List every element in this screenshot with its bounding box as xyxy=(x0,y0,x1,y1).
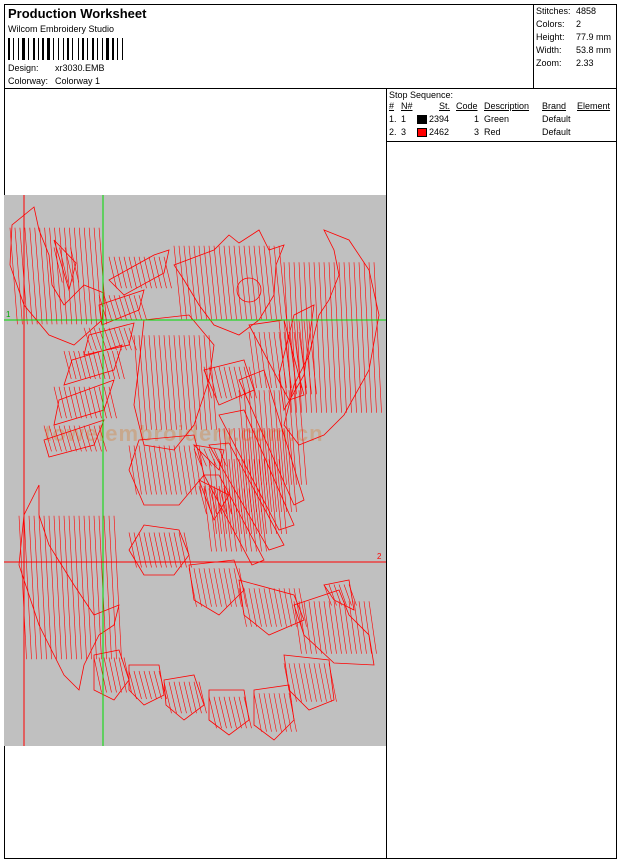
stat-label: Height: xyxy=(536,32,565,42)
stitch-count: 2462 xyxy=(429,127,450,137)
barcode xyxy=(8,38,123,60)
stat-value: 53.8 mm xyxy=(576,45,612,55)
column-header: Element xyxy=(577,101,611,111)
stop-sequence-divider xyxy=(387,141,616,142)
color-swatch xyxy=(417,115,427,124)
brand: Default xyxy=(542,114,571,124)
row-number: 2. xyxy=(389,127,397,137)
design-label: Design: xyxy=(8,63,39,73)
needle-number: 3 xyxy=(401,127,407,137)
brand: Default xyxy=(542,127,571,137)
design-preview: towelembroidery.com.cn 1 2 xyxy=(4,195,386,746)
row-number: 1. xyxy=(389,114,397,124)
panel-divider xyxy=(386,89,387,858)
column-header: St. xyxy=(439,101,451,111)
stat-label: Stitches: xyxy=(536,6,571,16)
header-divider xyxy=(5,88,616,89)
stat-label: Width: xyxy=(536,45,562,55)
column-header: # xyxy=(389,101,395,111)
design-value: xr3030.EMB xyxy=(55,63,105,73)
stat-label: Colors: xyxy=(536,19,565,29)
software-name: Wilcom Embroidery Studio xyxy=(8,24,115,34)
colorway-value: Colorway 1 xyxy=(55,76,101,86)
colorway-label: Colorway: xyxy=(8,76,49,86)
color-swatch xyxy=(417,128,427,137)
stat-value: 4858 xyxy=(576,6,597,16)
stat-label: Zoom: xyxy=(536,58,562,68)
stitch-count: 2394 xyxy=(429,114,450,124)
stat-value: 2 xyxy=(576,19,582,29)
stat-value: 77.9 mm xyxy=(576,32,612,42)
column-header: N# xyxy=(401,101,413,111)
stop-sequence-title: Stop Sequence: xyxy=(389,90,454,100)
color-code: 1 xyxy=(474,114,480,124)
guide-marker-2: 2 xyxy=(377,552,382,561)
color-description: Red xyxy=(484,127,501,137)
needle-number: 1 xyxy=(401,114,407,124)
color-description: Green xyxy=(484,114,510,124)
color-code: 3 xyxy=(474,127,480,137)
guide-marker-1: 1 xyxy=(6,310,11,319)
arm-segment xyxy=(83,322,135,356)
embroidery-artwork: 1 2 xyxy=(4,195,386,746)
column-header: Brand xyxy=(542,101,567,111)
worksheet-title: Production Worksheet xyxy=(8,6,147,21)
stat-value: 2.33 xyxy=(576,58,594,68)
column-header: Description xyxy=(484,101,530,111)
stats-divider xyxy=(533,5,534,88)
column-header: Code xyxy=(456,101,478,111)
